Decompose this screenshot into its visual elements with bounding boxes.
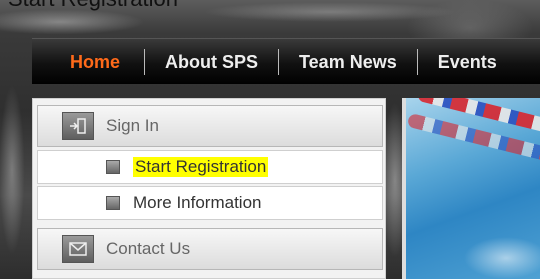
- contact-us-label: Contact Us: [106, 239, 191, 258]
- square-bullet-icon: [106, 196, 120, 210]
- main-navigation: Home About SPS Team News Events: [32, 38, 540, 84]
- more-information-link[interactable]: More Information: [37, 186, 383, 220]
- square-bullet-icon: [106, 160, 120, 174]
- envelope-icon: [62, 235, 94, 263]
- page-heading-clipped: Start Registration: [8, 0, 178, 12]
- nav-events[interactable]: Events: [418, 49, 517, 75]
- start-registration-link[interactable]: Start Registration: [37, 150, 383, 184]
- side-menu: Sign In Start Registration More Informat…: [32, 98, 386, 279]
- nav-home[interactable]: Home: [32, 49, 144, 75]
- sign-in-label: Sign In: [106, 116, 159, 135]
- nav-team-news[interactable]: Team News: [279, 49, 417, 75]
- contact-us-button[interactable]: Contact Us: [37, 228, 383, 270]
- swimming-pool-photo: [402, 98, 540, 279]
- sign-in-button[interactable]: Sign In: [37, 105, 383, 147]
- start-registration-label: Start Registration: [133, 157, 269, 177]
- more-information-label: More Information: [133, 193, 262, 212]
- exit-door-icon: [62, 112, 94, 140]
- nav-about-sps[interactable]: About SPS: [145, 49, 278, 75]
